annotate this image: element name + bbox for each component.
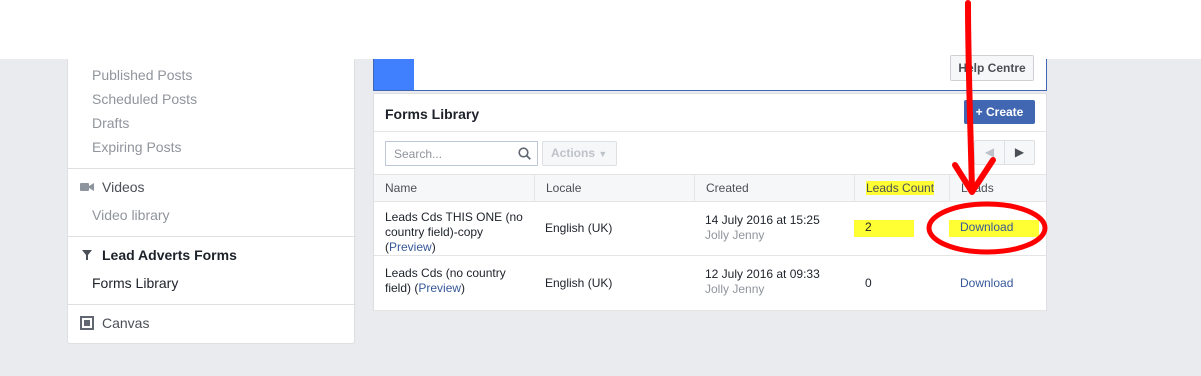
sidebar-item-scheduled-posts[interactable]: Scheduled Posts (92, 91, 197, 107)
divider (374, 131, 1046, 132)
page-title: Forms Library (385, 106, 480, 122)
help-centre-button[interactable]: Help Centre (950, 55, 1034, 81)
chevron-right-icon[interactable]: ▶ (1005, 141, 1034, 164)
locale-cell: English (UK) (545, 276, 613, 290)
funnel-icon (80, 248, 94, 262)
sidebar-item-video-library[interactable]: Video library (92, 207, 170, 223)
sidebar-item-label: Canvas (102, 315, 150, 331)
download-link[interactable]: Download (960, 276, 1013, 291)
search-box (385, 141, 538, 166)
sidebar-item-drafts[interactable]: Drafts (92, 115, 129, 131)
actions-label: Actions (551, 146, 596, 160)
created-date: 14 July 2016 at 15:25 (705, 213, 820, 227)
top-bar (0, 0, 1201, 59)
sidebar-divider (68, 236, 356, 237)
search-input[interactable] (386, 142, 510, 165)
locale-cell: English (UK) (545, 221, 613, 235)
preview-link[interactable]: Preview (389, 240, 432, 254)
column-header-locale[interactable]: Locale (534, 175, 694, 201)
sidebar: Published Posts Scheduled Posts Drafts E… (67, 59, 356, 344)
sidebar-item-label: Lead Adverts Forms (102, 247, 237, 263)
sidebar-item-videos[interactable]: Videos (80, 179, 145, 195)
blue-tab (374, 59, 414, 90)
created-author: Jolly Jenny (705, 282, 765, 296)
download-link[interactable]: Download (949, 220, 1039, 237)
created-author: Jolly Jenny (705, 228, 765, 242)
sidebar-item-lead-adverts-forms[interactable]: Lead Adverts Forms (80, 247, 237, 263)
created-cell: 14 July 2016 at 15:25 Jolly Jenny (705, 213, 845, 243)
leads-count-header-text: Leads Count (866, 181, 935, 195)
sidebar-item-canvas[interactable]: Canvas (80, 315, 149, 331)
caret-down-icon: ▼ (598, 149, 608, 159)
sidebar-item-forms-library[interactable]: Forms Library (92, 275, 178, 291)
sidebar-item-label: Videos (102, 179, 145, 195)
created-cell: 12 July 2016 at 09:33 Jolly Jenny (705, 267, 845, 297)
form-name-cell: Leads Cds THIS ONE (no country field)-co… (385, 210, 523, 254)
sidebar-item-expiring-posts[interactable]: Expiring Posts (92, 139, 181, 155)
pagination: ◀ ▶ (974, 140, 1035, 165)
preview-link[interactable]: Preview (418, 281, 461, 295)
form-name: Leads Cds THIS ONE (no country field)-co… (385, 210, 523, 239)
forms-library-card: Forms Library + Create Actions ▼ ◀ ▶ Nam… (373, 93, 1047, 311)
video-camera-icon (80, 180, 94, 194)
table-header: Name Locale Created Leads Count Leads (374, 174, 1046, 202)
column-header-leads[interactable]: Leads (949, 175, 1046, 201)
sidebar-divider (68, 168, 356, 169)
leads-count-cell: 2 (854, 220, 914, 237)
form-name-cell: Leads Cds (no country field) (Preview) (385, 266, 506, 295)
actions-dropdown[interactable]: Actions ▼ (542, 141, 617, 166)
column-header-leads-count[interactable]: Leads Count (854, 175, 949, 201)
column-header-name[interactable]: Name (374, 175, 534, 201)
canvas-icon (80, 316, 94, 330)
create-button[interactable]: + Create (964, 100, 1035, 124)
sidebar-divider (68, 304, 356, 305)
leads-count-cell: 0 (865, 276, 872, 290)
table-row: Leads Cds THIS ONE (no country field)-co… (374, 202, 1046, 256)
header-card: Help Centre (373, 55, 1047, 91)
sidebar-item-published-posts[interactable]: Published Posts (92, 67, 192, 83)
chevron-left-icon[interactable]: ◀ (975, 141, 1005, 164)
created-date: 12 July 2016 at 09:33 (705, 267, 820, 281)
search-icon[interactable] (518, 147, 531, 160)
column-header-created[interactable]: Created (694, 175, 854, 201)
table-row: Leads Cds (no country field) (Preview) E… (374, 257, 1046, 311)
